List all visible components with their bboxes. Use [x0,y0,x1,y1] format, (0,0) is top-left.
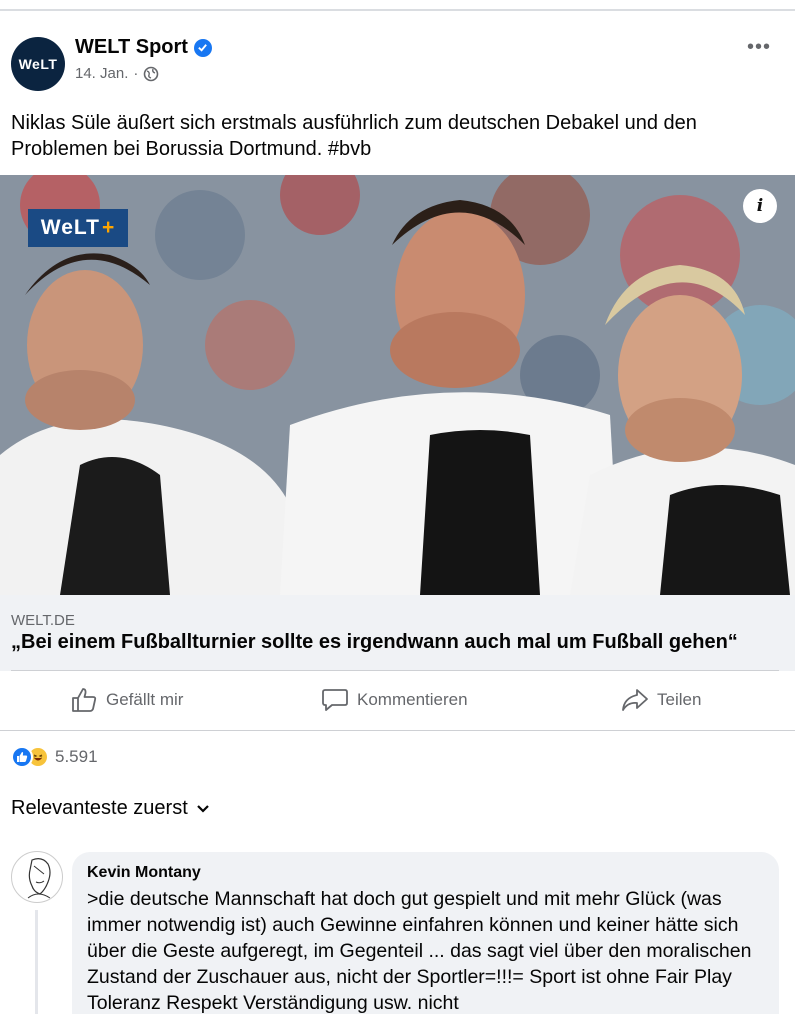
share-icon [622,689,648,711]
author-name[interactable]: WELT Sport [75,36,188,59]
post-meta: 14. Jan. · [75,65,159,82]
post-author[interactable]: WELT Sport [75,36,212,59]
top-divider [0,9,795,11]
comment-icon [322,689,348,711]
comment-label: Kommentieren [357,690,468,709]
page-avatar[interactable]: WeLT [11,37,65,91]
reactions-summary[interactable]: 5.591 [11,746,98,768]
commenter-name[interactable]: Kevin Montany [87,862,764,884]
badge-plus: + [101,216,116,239]
link-domain: WELT.DE [11,612,75,629]
like-reaction-icon [11,746,33,768]
info-icon[interactable]: i [743,189,777,223]
post-image[interactable]: WeLT + i [0,175,795,595]
post-date[interactable]: 14. Jan. [75,65,128,82]
share-button[interactable]: Teilen [621,687,701,713]
reaction-count: 5.591 [55,747,98,766]
globe-icon [144,66,159,81]
comment-text: >die deutsche Mannschaft hat doch gut ge… [87,888,752,1014]
comment-sort-dropdown[interactable]: Relevanteste zuerst [11,797,210,820]
divider [0,730,795,731]
verified-badge-icon [193,38,212,57]
action-bar: Gefällt mir Kommentieren Teilen [0,675,795,729]
thread-line [35,910,38,1014]
divider [11,670,779,671]
more-options-icon[interactable]: ••• [747,36,771,59]
like-button[interactable]: Gefällt mir [70,687,183,713]
comment-bubble[interactable]: Kevin Montany >die deutsche Mannschaft h… [72,852,779,1014]
post-text: Niklas Süle äußert sich erstmals ausführ… [11,112,697,160]
like-label: Gefällt mir [106,690,184,709]
chevron-down-icon [196,804,209,813]
meta-dot: · [133,65,139,82]
comment-button[interactable]: Kommentieren [321,687,468,713]
badge-text: WeLT [40,216,100,239]
thumbs-up-icon [72,688,97,712]
sort-label: Relevanteste zuerst [11,797,188,819]
link-title[interactable]: „Bei einem Fußballturnier sollte es irge… [11,631,738,654]
commenter-avatar[interactable] [11,851,63,903]
sketch-portrait-icon [27,858,51,899]
share-label: Teilen [657,690,702,709]
welt-plus-badge: WeLT + [28,209,128,247]
avatar-logo-text: WeLT [18,56,58,72]
